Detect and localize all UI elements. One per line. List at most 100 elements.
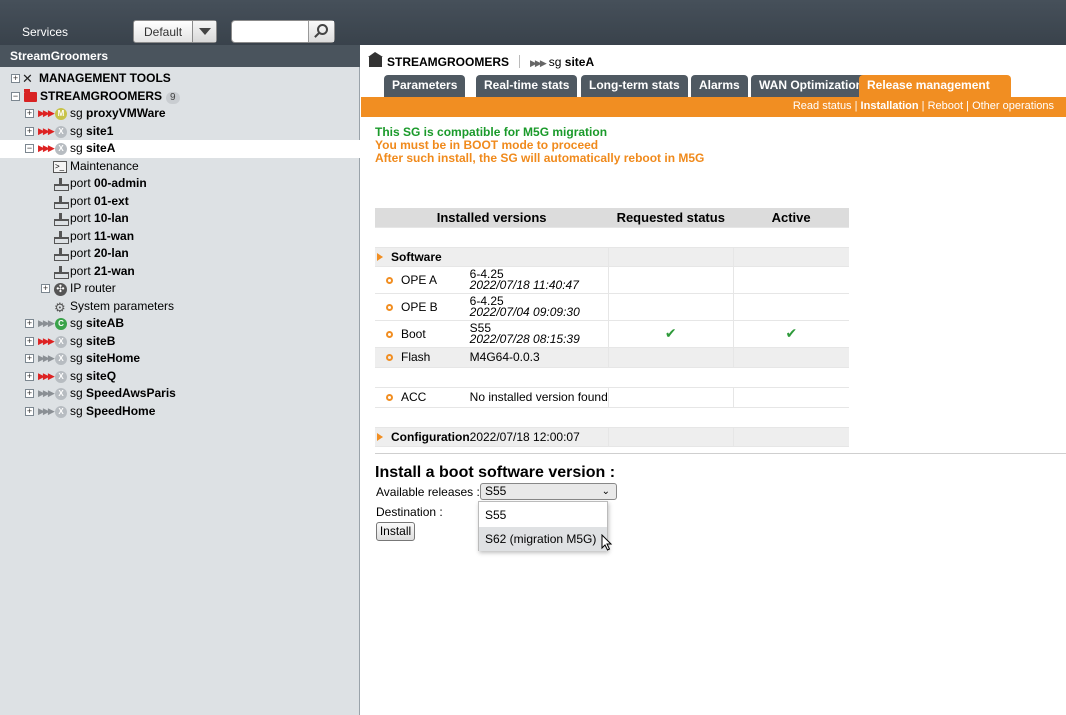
release-option-highlighted[interactable]: S62 (migration M5G)	[479, 527, 607, 551]
bullet-icon	[386, 303, 393, 311]
profile-select[interactable]: Default	[133, 20, 217, 43]
destination-label: Destination :	[376, 505, 443, 519]
navigation-tree: + ✕ MANAGEMENT TOOLS − STREAMGROOMERS 9 +…	[0, 70, 360, 420]
expand-icon[interactable]: +	[25, 371, 34, 381]
tree-item-port[interactable]: port 20-lan	[0, 245, 360, 263]
search-icon[interactable]	[308, 21, 334, 42]
status-arrows-icon: ▶▶▶	[38, 370, 55, 381]
tree-item-management-tools[interactable]: + ✕ MANAGEMENT TOOLS	[0, 70, 360, 88]
collapse-icon[interactable]: −	[25, 144, 34, 153]
status-messages: This SG is compatible for M5G migration …	[375, 126, 704, 165]
tree-item-system-parameters[interactable]: ⚙ System parameters	[0, 298, 360, 316]
expand-icon[interactable]: +	[11, 74, 20, 83]
tree-item-streamgroomers[interactable]: − STREAMGROOMERS 9	[0, 88, 360, 106]
status-arrows-icon: ▶▶▶	[38, 125, 55, 136]
table-row: Flash M4G64-0.0.3	[375, 347, 849, 368]
subnav-installation[interactable]: Installation	[861, 100, 919, 112]
count-badge: 9	[166, 91, 180, 104]
bullet-icon	[386, 354, 393, 361]
release-option[interactable]: S55	[479, 503, 607, 527]
expand-icon[interactable]: +	[25, 336, 34, 346]
mode-badge-icon: X	[55, 405, 67, 418]
tab-wan-optimization[interactable]: WAN Optimization	[751, 75, 871, 97]
tree-item-sg[interactable]: + ▶▶▶ X sg SpeedAwsParis	[0, 385, 360, 403]
collapse-icon[interactable]: −	[11, 91, 20, 101]
tab-long-term-stats[interactable]: Long-term stats	[581, 75, 688, 97]
network-port-icon	[54, 230, 69, 244]
subnav-read-status[interactable]: Read status	[793, 100, 852, 112]
expand-icon[interactable]: +	[25, 354, 34, 363]
status-arrows-icon: ▶▶▶	[530, 58, 547, 68]
checkmark-icon: ✔	[785, 325, 798, 341]
mode-badge-icon: M	[55, 108, 67, 120]
tree-item-sg[interactable]: + ▶▶▶ X sg site1	[0, 123, 360, 141]
router-icon: ✣	[54, 283, 67, 296]
checkmark-icon: ✔	[664, 325, 677, 341]
expand-icon[interactable]: +	[25, 319, 34, 328]
install-button[interactable]: Install	[376, 522, 415, 541]
network-port-icon	[54, 265, 69, 279]
tree-item-port[interactable]: port 00-admin	[0, 175, 360, 193]
section-arrow-icon	[377, 252, 383, 261]
subnav-reboot[interactable]: Reboot	[928, 100, 963, 112]
mode-badge-icon: X	[55, 353, 67, 365]
install-section-title: Install a boot software version :	[375, 464, 616, 481]
tab-real-time-stats[interactable]: Real-time stats	[476, 75, 578, 97]
tree-item-port[interactable]: port 11-wan	[0, 228, 360, 246]
tree-item-port[interactable]: port 10-lan	[0, 210, 360, 228]
release-select[interactable]: S55 ⌄	[480, 483, 617, 500]
mode-badge-icon: C	[55, 318, 67, 330]
tree-item-port[interactable]: port 01-ext	[0, 193, 360, 211]
breadcrumb-root[interactable]: STREAMGROOMERS	[387, 55, 509, 69]
status-arrows-icon: ▶▶▶	[38, 405, 55, 416]
gear-icon: ⚙	[54, 299, 66, 315]
chevron-down-icon[interactable]	[192, 21, 216, 42]
table-row: Boot S55 2022/07/28 08:15:39 ✔ ✔	[375, 320, 849, 348]
table-row-configuration: Configuration 2022/07/18 12:00:07	[375, 427, 849, 447]
tree-item-sg[interactable]: + ▶▶▶ C sg siteAB	[0, 315, 360, 333]
tree-item-sg[interactable]: + ▶▶▶ M sg proxyVMWare	[0, 105, 360, 123]
expand-icon[interactable]: +	[41, 284, 50, 293]
release-dropdown: S55 S62 (migration M5G)	[478, 501, 608, 551]
tree-item-sg[interactable]: + ▶▶▶ X sg siteB	[0, 333, 360, 351]
tab-alarms[interactable]: Alarms	[691, 75, 748, 97]
status-arrows-icon: ▶▶▶	[38, 318, 55, 328]
expand-icon[interactable]: +	[25, 109, 34, 118]
breadcrumb: STREAMGROOMERS ▶▶▶ sg siteA	[368, 52, 594, 69]
table-row: OPE B 6-4.25 2022/07/04 09:09:30	[375, 293, 849, 321]
table-header-row: Installed versions Requested status Acti…	[375, 208, 849, 228]
tree-item-sg[interactable]: + ▶▶▶ X sg SpeedHome	[0, 403, 360, 421]
panel-title: StreamGroomers	[10, 49, 109, 63]
tree-item-sg[interactable]: + ▶▶▶ X sg siteHome	[0, 350, 360, 368]
expand-icon[interactable]: +	[25, 406, 34, 416]
tree-item-sg-selected[interactable]: − ▶▶▶ X sg siteA	[0, 140, 360, 158]
tree-item-ip-router[interactable]: + ✣ IP router	[0, 280, 360, 298]
network-port-icon	[54, 178, 69, 191]
tab-release-management[interactable]: Release management	[859, 75, 1011, 97]
status-arrows-icon: ▶▶▶	[38, 353, 55, 363]
network-port-icon	[54, 248, 69, 261]
network-port-icon	[54, 213, 69, 226]
section-arrow-icon	[377, 432, 383, 441]
versions-table: Installed versions Requested status Acti…	[375, 208, 849, 447]
terminal-icon: >_	[53, 160, 67, 173]
tree-item-sg[interactable]: + ▶▶▶ X sg siteQ	[0, 368, 360, 386]
expand-icon[interactable]: +	[25, 126, 34, 136]
folder-icon	[368, 52, 383, 67]
expand-icon[interactable]: +	[25, 389, 34, 398]
header-requested-status: Requested status	[608, 208, 734, 228]
reboot-note-message: After such install, the SG will automati…	[375, 151, 705, 165]
tree-item-port[interactable]: port 21-wan	[0, 263, 360, 281]
divider	[375, 453, 1066, 454]
status-arrows-icon: ▶▶▶	[38, 388, 55, 398]
tab-parameters[interactable]: Parameters	[384, 75, 466, 97]
services-label: Services	[22, 25, 69, 39]
bullet-icon	[386, 276, 393, 284]
tools-icon: ✕	[22, 71, 33, 86]
tree-item-maintenance[interactable]: >_ Maintenance	[0, 158, 360, 176]
search-input[interactable]	[231, 20, 335, 43]
folder-icon	[24, 88, 37, 102]
mode-badge-icon: X	[55, 335, 67, 348]
subnav-other-operations[interactable]: Other operations	[972, 100, 1054, 112]
main-content: STREAMGROOMERS ▶▶▶ sg siteA Parameters Rea…	[361, 45, 1066, 715]
